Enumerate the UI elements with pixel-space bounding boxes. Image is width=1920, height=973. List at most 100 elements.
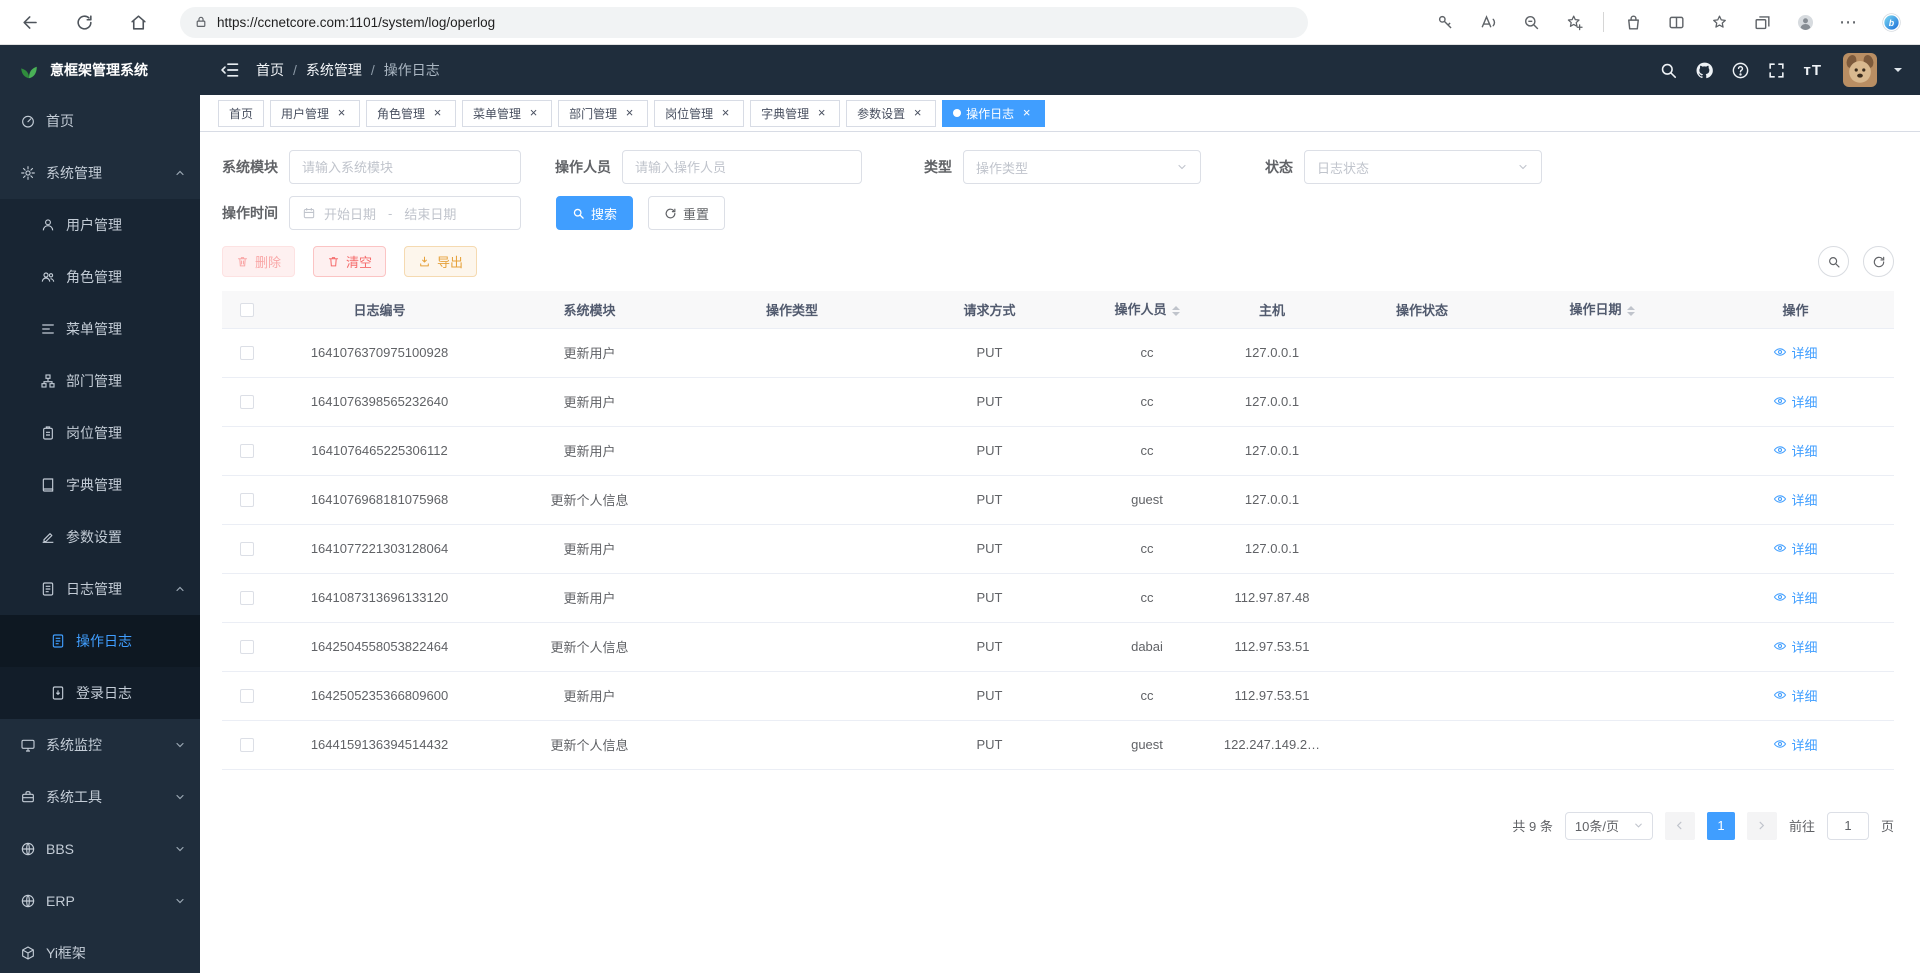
sidebar-item-bbs[interactable]: BBS — [0, 823, 200, 875]
clear-button[interactable]: 清空 — [313, 246, 386, 277]
detail-link[interactable]: 详细 — [1773, 686, 1817, 705]
row-checkbox[interactable] — [240, 591, 254, 605]
module-input[interactable] — [289, 150, 521, 184]
help-icon[interactable] — [1731, 61, 1750, 80]
fullscreen-icon[interactable] — [1767, 61, 1786, 80]
reset-button[interactable]: 重置 — [648, 196, 725, 230]
row-checkbox[interactable] — [240, 689, 254, 703]
detail-link[interactable]: 详细 — [1773, 441, 1817, 460]
col-operator[interactable]: 操作人员 — [1087, 291, 1207, 328]
view-tab[interactable]: 参数设置 × — [846, 100, 936, 127]
more-menu-icon[interactable]: ⋯ — [1831, 6, 1865, 38]
row-checkbox[interactable] — [240, 444, 254, 458]
sidebar-item-menus[interactable]: 菜单管理 — [0, 303, 200, 355]
hamburger-icon[interactable] — [220, 60, 240, 80]
col-date[interactable]: 操作日期 — [1507, 291, 1697, 328]
github-icon[interactable] — [1695, 61, 1714, 80]
row-checkbox[interactable] — [240, 738, 254, 752]
detail-link[interactable]: 详细 — [1773, 392, 1817, 411]
sort-carets[interactable] — [1627, 302, 1635, 320]
sidebar-item-operation-log[interactable]: 操作日志 — [0, 615, 200, 667]
favorites-icon[interactable] — [1702, 6, 1736, 38]
sidebar-item-departments[interactable]: 部门管理 — [0, 355, 200, 407]
next-page-button[interactable] — [1747, 812, 1777, 840]
profile-icon[interactable] — [1788, 6, 1822, 38]
page-size-select[interactable]: 10条/页 — [1565, 812, 1653, 840]
tab-close-icon[interactable]: × — [910, 106, 925, 121]
row-checkbox[interactable] — [240, 395, 254, 409]
page-number-1[interactable]: 1 — [1707, 812, 1735, 840]
sidebar-item-roles[interactable]: 角色管理 — [0, 251, 200, 303]
back-button[interactable] — [12, 5, 48, 39]
tab-close-icon[interactable]: × — [622, 106, 637, 121]
sidebar-item-home[interactable]: 首页 — [0, 95, 200, 147]
row-checkbox[interactable] — [240, 542, 254, 556]
search-icon[interactable] — [1659, 61, 1678, 80]
view-tab[interactable]: 用户管理 × — [270, 100, 360, 127]
split-screen-icon[interactable] — [1659, 6, 1693, 38]
sidebar-item-login-log[interactable]: 登录日志 — [0, 667, 200, 719]
tab-close-icon[interactable]: × — [718, 106, 733, 121]
breadcrumb-home[interactable]: 首页 — [256, 60, 284, 80]
sidebar-item-parameters[interactable]: 参数设置 — [0, 511, 200, 563]
collections-icon[interactable] — [1745, 6, 1779, 38]
avatar-caret-icon[interactable] — [1894, 68, 1902, 76]
select-all-checkbox[interactable] — [240, 303, 254, 317]
row-checkbox[interactable] — [240, 346, 254, 360]
view-tab[interactable]: 首页 × — [218, 100, 264, 127]
home-button[interactable] — [120, 5, 156, 39]
tab-close-icon[interactable]: × — [814, 106, 829, 121]
tab-close-icon[interactable]: × — [430, 106, 445, 121]
password-key-icon[interactable] — [1428, 6, 1462, 38]
goto-page-input[interactable] — [1827, 812, 1869, 840]
sidebar-item-erp[interactable]: ERP — [0, 875, 200, 927]
sidebar-item-yi-frame[interactable]: Yi框架 — [0, 927, 200, 973]
export-button[interactable]: 导出 — [404, 246, 477, 277]
detail-link[interactable]: 详细 — [1773, 637, 1817, 656]
detail-link[interactable]: 详细 — [1773, 343, 1817, 362]
row-checkbox[interactable] — [240, 640, 254, 654]
view-tab[interactable]: 岗位管理 × — [654, 100, 744, 127]
detail-link[interactable]: 详细 — [1773, 490, 1817, 509]
tab-close-icon[interactable]: × — [334, 106, 349, 121]
view-tab[interactable]: 菜单管理 × — [462, 100, 552, 127]
sidebar-item-tools[interactable]: 系统工具 — [0, 771, 200, 823]
row-checkbox[interactable] — [240, 493, 254, 507]
prev-page-button[interactable] — [1665, 812, 1695, 840]
refresh-button[interactable] — [66, 5, 102, 39]
search-button[interactable]: 搜索 — [556, 196, 633, 230]
breadcrumb-system[interactable]: 系统管理 — [306, 60, 362, 80]
favorite-add-icon[interactable] — [1557, 6, 1591, 38]
sort-carets[interactable] — [1172, 302, 1180, 320]
app-logo[interactable]: 意框架管理系统 — [0, 45, 200, 95]
address-bar[interactable]: https://ccnetcore.com:1101/system/log/op… — [180, 7, 1308, 38]
sidebar-item-system[interactable]: 系统管理 — [0, 147, 200, 199]
detail-link[interactable]: 详细 — [1773, 735, 1817, 754]
tab-close-icon[interactable]: × — [526, 106, 541, 121]
tab-close-icon[interactable]: × — [1019, 106, 1034, 121]
type-select[interactable]: 操作类型 — [963, 150, 1201, 184]
sidebar-item-logs[interactable]: 日志管理 — [0, 563, 200, 615]
bing-chat-icon[interactable]: b — [1874, 6, 1908, 38]
detail-link[interactable]: 详细 — [1773, 588, 1817, 607]
sidebar-item-monitor[interactable]: 系统监控 — [0, 719, 200, 771]
status-select[interactable]: 日志状态 — [1304, 150, 1542, 184]
delete-button[interactable]: 删除 — [222, 246, 295, 277]
toggle-search-button[interactable] — [1818, 246, 1849, 277]
font-size-icon[interactable]: тT — [1803, 61, 1822, 80]
extensions-icon[interactable] — [1616, 6, 1650, 38]
sidebar-item-posts[interactable]: 岗位管理 — [0, 407, 200, 459]
refresh-table-button[interactable] — [1863, 246, 1894, 277]
operator-input[interactable] — [622, 150, 862, 184]
sidebar-item-users[interactable]: 用户管理 — [0, 199, 200, 251]
detail-link[interactable]: 详细 — [1773, 539, 1817, 558]
view-tab[interactable]: 字典管理 × — [750, 100, 840, 127]
read-aloud-icon[interactable] — [1471, 6, 1505, 38]
view-tab[interactable]: 角色管理 × — [366, 100, 456, 127]
date-range-picker[interactable]: 开始日期 - 结束日期 — [289, 196, 521, 230]
view-tab[interactable]: 部门管理 × — [558, 100, 648, 127]
avatar[interactable] — [1843, 53, 1877, 87]
view-tab[interactable]: 操作日志 × — [942, 100, 1045, 127]
zoom-out-icon[interactable] — [1514, 6, 1548, 38]
sidebar-item-dictionaries[interactable]: 字典管理 — [0, 459, 200, 511]
